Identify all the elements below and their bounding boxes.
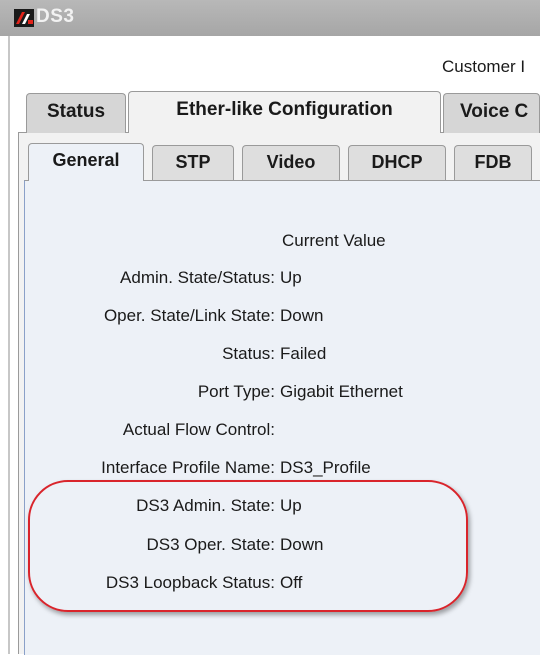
tab-stp[interactable]: STP [152,145,234,181]
highlight-annotation [28,480,468,612]
status-value: Failed [280,344,327,363]
port-type-value: Gigabit Ethernet [280,382,403,401]
oper-state-value: Down [280,306,324,325]
admin-state-value: Up [280,268,302,287]
admin-state-label: Admin. State/Status: [120,268,275,287]
tab-general[interactable]: General [28,143,144,181]
current-value-header: Current Value [282,231,386,250]
tab-ether-like-configuration[interactable]: Ether-like Configuration [128,91,441,133]
status-label: Status: [222,344,275,363]
tab-voice[interactable]: Voice C [443,93,540,133]
interface-profile-label: Interface Profile Name: [101,458,275,477]
window-title: DS3 [36,6,75,27]
app-logo-icon [14,9,34,27]
port-type-label: Port Type: [197,382,275,401]
flow-control-label: Actual Flow Control: [122,420,275,439]
tab-dhcp[interactable]: DHCP [348,145,446,181]
tab-video[interactable]: Video [242,145,340,181]
title-bar: DS3 [0,0,540,36]
oper-state-label: Oper. State/Link State: [103,306,275,325]
tab-fdb[interactable]: FDB [454,145,532,181]
customer-label: Customer I [442,57,526,76]
tab-status[interactable]: Status [26,93,126,133]
interface-profile-value: DS3_Profile [280,458,371,477]
